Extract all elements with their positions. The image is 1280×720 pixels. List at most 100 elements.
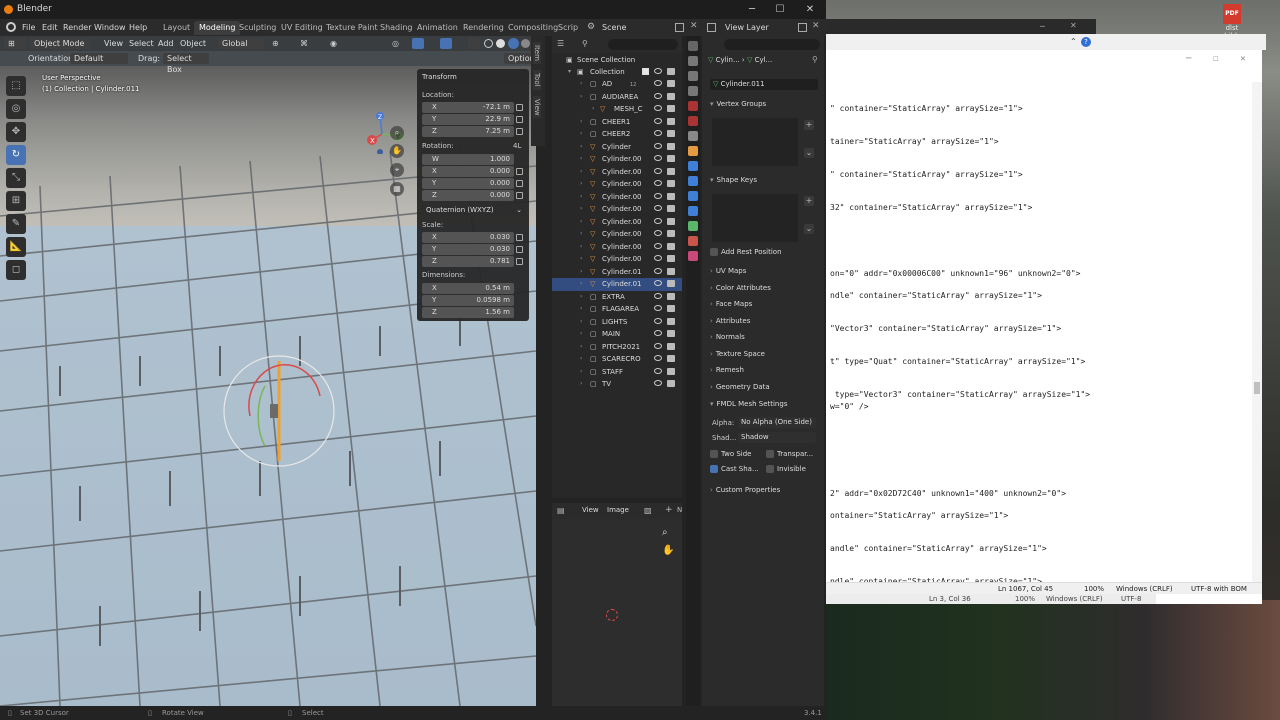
camera-icon[interactable] xyxy=(667,105,675,112)
eye-icon[interactable] xyxy=(654,117,662,124)
dimensions-x-field[interactable]: X 0.54 m xyxy=(422,283,514,294)
outliner-item[interactable]: › ▢ CHEER1 xyxy=(552,116,682,129)
overlay-toggle-icon[interactable] xyxy=(440,38,452,49)
add-vertex-group-button[interactable]: + xyxy=(804,120,814,130)
chevron-right-icon[interactable]: › xyxy=(580,293,582,300)
blender-menu-icon[interactable] xyxy=(6,22,16,32)
eye-icon[interactable] xyxy=(654,167,662,174)
scale-x-field[interactable]: X 0.030 xyxy=(422,232,514,243)
scene-selector[interactable]: Scene xyxy=(602,23,626,32)
chevron-right-icon[interactable]: › xyxy=(580,230,582,237)
camera-icon[interactable] xyxy=(667,380,675,387)
fmdl-mesh-settings-section[interactable]: ▾ FMDL Mesh Settings xyxy=(710,400,822,413)
camera-icon[interactable] xyxy=(667,305,675,312)
color-attributes-section[interactable]: › Color Attributes xyxy=(710,284,822,297)
vertical-scrollbar[interactable] xyxy=(1252,82,1262,582)
include-checkbox[interactable] xyxy=(642,68,649,75)
chevron-right-icon[interactable]: › xyxy=(580,205,582,212)
image-menu-view[interactable]: View xyxy=(582,506,599,514)
outliner-item[interactable]: › ▽ MESH_C xyxy=(552,103,682,116)
chevron-right-icon[interactable]: › xyxy=(580,130,582,137)
rotation-4l-toggle[interactable]: 4L xyxy=(513,142,521,150)
camera-icon[interactable] xyxy=(667,330,675,337)
maximize-icon[interactable]: ☐ xyxy=(766,0,794,19)
notepad-editor[interactable]: ─ ☐ ✕ " container="StaticArray" arraySiz… xyxy=(826,50,1262,604)
tab-tool[interactable]: Tool xyxy=(533,69,541,90)
chevron-right-icon[interactable]: › xyxy=(580,218,582,225)
eye-icon[interactable] xyxy=(654,230,662,236)
attributes-section[interactable]: › Attributes xyxy=(710,317,822,330)
chevron-right-icon[interactable]: › xyxy=(580,80,582,87)
menu-window[interactable]: Window xyxy=(94,23,126,32)
help-icon[interactable]: ? xyxy=(1081,37,1091,47)
eye-icon[interactable] xyxy=(654,292,662,299)
outliner-item[interactable]: › ▢ EXTRA xyxy=(552,291,682,304)
close-icon[interactable]: ✕ xyxy=(1240,54,1245,64)
tab-item[interactable]: Item xyxy=(533,42,541,64)
rotation-w-field[interactable]: W 1.000 xyxy=(422,154,514,165)
gizmo-toggle-icon[interactable] xyxy=(412,38,424,49)
chevron-right-icon[interactable]: › xyxy=(580,343,582,350)
eye-icon[interactable] xyxy=(654,142,662,149)
ortho-grid-icon[interactable]: ▦ xyxy=(390,182,404,196)
tab-animation[interactable]: Animation xyxy=(412,21,463,35)
menu-file[interactable]: File xyxy=(22,23,35,32)
pan-hand-icon[interactable]: ✋ xyxy=(390,144,404,158)
camera-icon[interactable] xyxy=(667,280,675,287)
camera-icon[interactable] xyxy=(667,130,675,137)
tab-scripting[interactable]: Scrip xyxy=(553,21,583,35)
3d-viewport[interactable]: ⊞ Object Mode View Select Add Object Glo… xyxy=(0,36,536,706)
new-image-label[interactable]: N xyxy=(677,506,682,514)
geometry-data-section[interactable]: › Geometry Data xyxy=(710,383,822,396)
outliner-item[interactable]: › ▽ Cylinder.00 xyxy=(552,228,682,241)
camera-icon[interactable] xyxy=(667,217,675,225)
chevron-right-icon[interactable]: › xyxy=(580,168,582,175)
shape-keys-section[interactable]: ▾ Shape Keys xyxy=(710,176,822,189)
view-layer-selector[interactable]: View Layer xyxy=(725,23,769,32)
eye-icon[interactable] xyxy=(654,355,662,361)
outliner-item[interactable]: › ▽ Cylinder xyxy=(552,141,682,154)
shape-keys-list[interactable] xyxy=(712,194,798,242)
new-scene-icon[interactable] xyxy=(675,23,684,32)
output-tab-icon[interactable] xyxy=(688,71,698,81)
mode-selector[interactable]: Object Mode xyxy=(30,38,90,49)
image-editor[interactable]: ▤ View Image ▨ + N ⌕ ✋ xyxy=(552,503,682,706)
camera-icon[interactable] xyxy=(667,355,675,362)
rotation-y-field[interactable]: Y 0.000 xyxy=(422,178,514,189)
outliner-search-input[interactable] xyxy=(608,39,678,50)
object-tab-icon[interactable] xyxy=(688,146,698,156)
tool-tab-icon[interactable] xyxy=(688,41,698,51)
maximize-icon[interactable]: ☐ xyxy=(1213,54,1218,64)
minimize-icon[interactable]: ─ xyxy=(1186,54,1191,64)
camera-icon[interactable] xyxy=(667,267,675,275)
constraints-tab-icon[interactable] xyxy=(688,206,698,216)
vertex-groups-section[interactable]: ▾ Vertex Groups xyxy=(710,100,822,113)
collection-row[interactable]: ▾ ▣ Collection xyxy=(552,66,682,79)
chevron-right-icon[interactable]: › xyxy=(580,255,582,262)
location-y-field[interactable]: Y 22.9 m xyxy=(422,114,514,125)
location-x-field[interactable]: X -72.1 m xyxy=(422,102,514,113)
orientation-selector[interactable]: Default xyxy=(70,53,128,64)
measure-tool-icon[interactable]: 📐 xyxy=(6,237,26,257)
outliner-item[interactable]: › ▢ LIGHTS xyxy=(552,316,682,329)
chevron-right-icon[interactable]: › xyxy=(580,143,582,150)
proportional-edit-icon[interactable]: ◉ xyxy=(330,39,337,48)
camera-icon[interactable] xyxy=(667,92,675,100)
chevron-right-icon[interactable]: › xyxy=(580,280,582,287)
chevron-right-icon[interactable]: › xyxy=(580,368,582,375)
image-menu-image[interactable]: Image xyxy=(607,506,629,514)
scene-collection-row[interactable]: ▣ Scene Collection xyxy=(552,54,682,67)
texture-space-section[interactable]: › Texture Space xyxy=(710,350,822,363)
lock-icon[interactable] xyxy=(516,258,523,265)
remesh-section[interactable]: › Remesh xyxy=(710,366,822,379)
chevron-up-icon[interactable]: ⌃ xyxy=(1070,37,1077,46)
wireframe-shading-icon[interactable] xyxy=(484,39,493,48)
outliner-item[interactable]: › ▢ AUDIAREA xyxy=(552,91,682,104)
outliner-item[interactable]: › ▢ FLAGAREA xyxy=(552,303,682,316)
outliner-item[interactable]: › ▽ Cylinder.00 xyxy=(552,216,682,229)
outliner-item[interactable]: › ▽ Cylinder.01 xyxy=(552,266,682,279)
eye-icon[interactable] xyxy=(654,267,662,274)
shape-key-menu-button[interactable]: ⌄ xyxy=(804,224,814,234)
xray-toggle-icon[interactable] xyxy=(468,38,480,49)
new-image-icon[interactable]: + xyxy=(665,505,673,515)
